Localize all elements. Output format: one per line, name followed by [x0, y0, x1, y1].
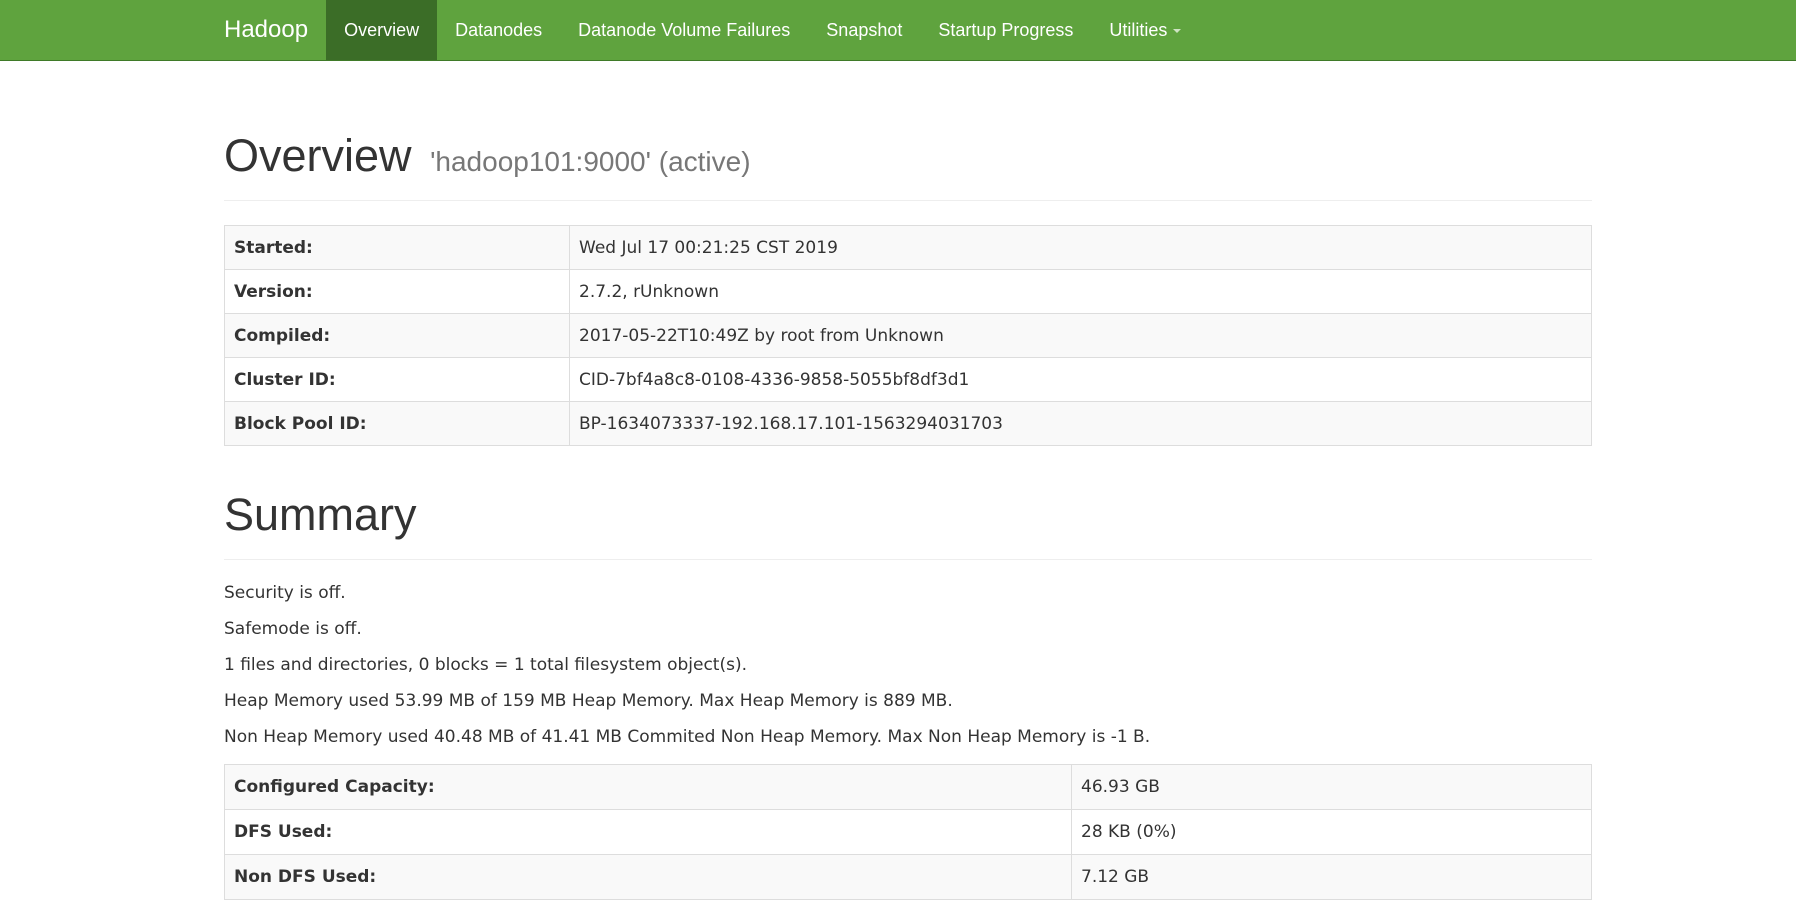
- brand-link[interactable]: Hadoop: [224, 0, 308, 60]
- table-row: Non DFS Used: 7.12 GB: [224, 854, 1592, 900]
- nav-datanodes[interactable]: Datanodes: [437, 0, 560, 60]
- non-dfs-used-label: Non DFS Used:: [224, 854, 1072, 900]
- cluster-id-label: Cluster ID:: [224, 357, 570, 402]
- non-heap-memory: Non Heap Memory used 40.48 MB of 41.41 M…: [224, 727, 1151, 747]
- nav-utilities-label: Utilities: [1109, 19, 1168, 40]
- non-dfs-used-value: 7.12 GB: [1071, 854, 1592, 900]
- table-row: Block Pool ID: BP-1634073337-192.168.17.…: [224, 401, 1592, 446]
- block-pool-id-value: BP-1634073337-192.168.17.101-15632940317…: [569, 401, 1592, 446]
- nav-utilities-dropdown[interactable]: Utilities: [1091, 0, 1199, 60]
- cluster-id-value: CID-7bf4a8c8-0108-4336-9858-5055bf8df3d1: [569, 357, 1592, 402]
- table-row: Compiled: 2017-05-22T10:49Z by root from…: [224, 313, 1592, 358]
- caret-down-icon: [1173, 29, 1182, 33]
- nav-overview[interactable]: Overview: [326, 0, 438, 60]
- nav-startup-progress[interactable]: Startup Progress: [920, 0, 1091, 60]
- table-row: Started: Wed Jul 17 00:21:25 CST 2019: [224, 225, 1592, 270]
- configured-capacity-value: 46.93 GB: [1071, 764, 1592, 810]
- dfs-used-label: DFS Used:: [224, 809, 1072, 855]
- safemode-status: Safemode is off.: [224, 619, 362, 639]
- started-label: Started:: [224, 225, 570, 270]
- nav-datanode-volume-failures[interactable]: Datanode Volume Failures: [560, 0, 808, 60]
- summary-table: Configured Capacity: 46.93 GB DFS Used: …: [224, 764, 1592, 900]
- overview-header: Overview 'hadoop101:9000' (active): [224, 133, 1592, 201]
- summary-title: Summary: [224, 489, 417, 540]
- table-row: Version: 2.7.2, rUnknown: [224, 269, 1592, 314]
- version-value: 2.7.2, rUnknown: [569, 269, 1592, 314]
- table-row: Configured Capacity: 46.93 GB: [224, 764, 1592, 810]
- main-container: Overview 'hadoop101:9000' (active) Start…: [224, 61, 1592, 900]
- compiled-label: Compiled:: [224, 313, 570, 358]
- dfs-used-value: 28 KB (0%): [1071, 809, 1592, 855]
- table-row: Cluster ID: CID-7bf4a8c8-0108-4336-9858-…: [224, 357, 1592, 402]
- overview-title: Overview 'hadoop101:9000' (active): [224, 133, 1592, 178]
- navbar-inner: Hadoop Overview Datanodes Datanode Volum…: [224, 0, 1199, 60]
- top-navbar: Hadoop Overview Datanodes Datanode Volum…: [0, 0, 1796, 61]
- summary-header: Summary: [224, 492, 1592, 560]
- overview-title-text: Overview: [224, 130, 412, 181]
- block-pool-id-label: Block Pool ID:: [224, 401, 570, 446]
- overview-subtitle: 'hadoop101:9000' (active): [430, 146, 751, 177]
- nav-snapshot[interactable]: Snapshot: [808, 0, 920, 60]
- configured-capacity-label: Configured Capacity:: [224, 764, 1072, 810]
- heap-memory: Heap Memory used 53.99 MB of 159 MB Heap…: [224, 691, 953, 711]
- filesystem-objects: 1 files and directories, 0 blocks = 1 to…: [224, 655, 747, 675]
- security-status: Security is off.: [224, 583, 346, 603]
- version-label: Version:: [224, 269, 570, 314]
- overview-table: Started: Wed Jul 17 00:21:25 CST 2019 Ve…: [224, 225, 1592, 446]
- compiled-value: 2017-05-22T10:49Z by root from Unknown: [569, 313, 1592, 358]
- started-value: Wed Jul 17 00:21:25 CST 2019: [569, 225, 1592, 270]
- table-row: DFS Used: 28 KB (0%): [224, 809, 1592, 855]
- summary-lines: Security is off. Safemode is off. 1 file…: [224, 584, 1592, 764]
